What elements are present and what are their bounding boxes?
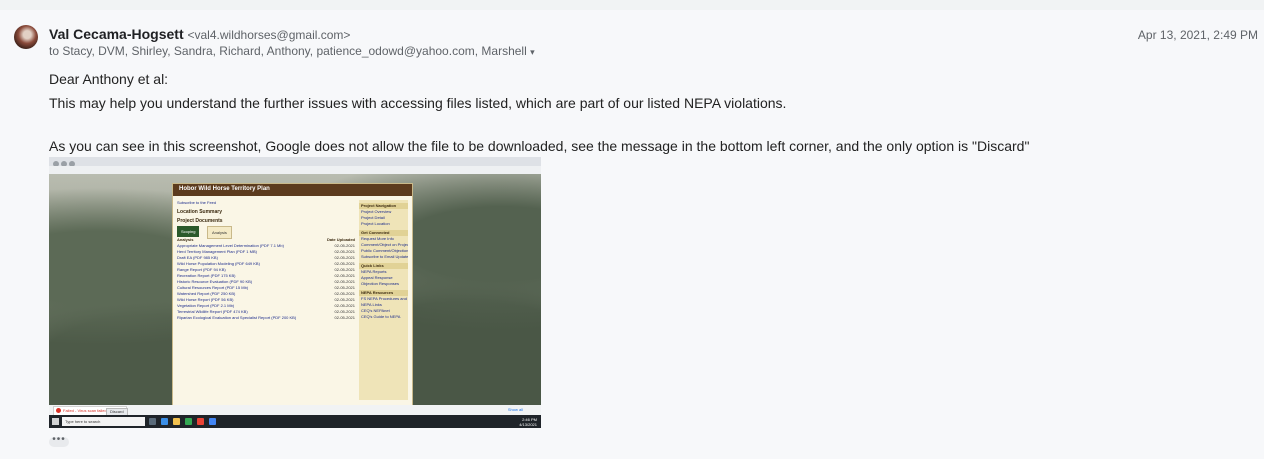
sender-name[interactable]: Val Cecama-Hogsett — [49, 26, 184, 42]
sidebar-link: CEQ's Guide to NEPA — [361, 314, 401, 319]
edge-icon — [161, 418, 168, 425]
doc-row-name: Cultural Resources Report (PDF 15 Mb) — [177, 285, 249, 290]
project-page-main: Subscribe to the Feed Location Summary P… — [177, 200, 355, 321]
doc-row-name: Historic Resource Evaluation (PDF 90 KB) — [177, 279, 253, 284]
project-page: Hobor Wild Horse Territory Plan Subscrib… — [172, 183, 413, 407]
doc-row-name: Vegetation Report (PDF 2.1 Mb) — [177, 303, 235, 308]
word-icon — [209, 418, 216, 425]
clock-date: 4/13/2021 — [519, 422, 537, 427]
chrome-icon — [185, 418, 192, 425]
header-strip — [0, 0, 1264, 10]
message-line-2: As you can see in this screenshot, Googl… — [49, 138, 1030, 154]
documents-tabs: Scoping Analysis — [177, 226, 355, 239]
error-icon — [56, 408, 61, 413]
recipients-text: to Stacy, DVM, Shirley, Sandra, Richard,… — [49, 44, 527, 58]
doc-row-name: Riparian Ecological Evaluation and Speci… — [177, 315, 297, 320]
project-page-title: Hobor Wild Horse Territory Plan — [179, 186, 270, 192]
location-heading: Location Summary — [177, 209, 223, 215]
sender-avatar[interactable] — [14, 25, 38, 49]
doc-row-name: Range Report (PDF 94 KB) — [177, 267, 226, 272]
recipients-line[interactable]: to Stacy, DVM, Shirley, Sandra, Richard,… — [49, 44, 535, 58]
windows-icon — [52, 418, 59, 425]
download-warning: Failed - Virus scan failed — [63, 408, 107, 413]
project-page-header: Hobor Wild Horse Territory Plan — [173, 184, 412, 196]
chevron-down-icon[interactable]: ▾ — [530, 47, 535, 57]
documents-heading: Project Documents — [177, 218, 223, 224]
download-bar: Failed - Virus scan failed Discard Show … — [49, 405, 541, 416]
taskbar-search: Type here to search — [62, 417, 145, 426]
doc-row-name: Wild Horse Report (PDF 56 KB) — [177, 297, 234, 302]
subscribe-link: Subscribe to the Feed — [177, 200, 217, 205]
doc-row-name: Herd Territory Management Plan (PDF 1 MB… — [177, 249, 257, 254]
embedded-screenshot[interactable]: Hobor Wild Horse Territory Plan Subscrib… — [49, 157, 541, 428]
doc-row: Riparian Ecological Evaluation and Speci… — [177, 315, 355, 321]
project-sidebar: Project Navigation Project Overview Projec… — [359, 200, 408, 400]
tab-scoping: Scoping — [177, 226, 200, 237]
tab-analysis: Analysis — [207, 226, 232, 239]
sender-email: <val4.wildhorses@gmail.com> — [187, 28, 351, 42]
doc-row-name: Terrestrial Wildlife Report (PDF 474 KB) — [177, 309, 248, 314]
sidebar-link: Project Location — [361, 221, 390, 226]
doc-row-date: 02-05-2021 — [334, 315, 355, 320]
sidebar-link: Objection Responses — [361, 281, 400, 286]
doc-row-name: Wild Horse Population Modeling (PDF 649 … — [177, 261, 260, 266]
bookmarks-bar — [49, 166, 541, 174]
docs-table: Appropriate Management Level Determinati… — [177, 243, 355, 321]
message-greeting: Dear Anthony et al: — [49, 71, 169, 87]
doc-row-name: Watershed Report (PDF 250 KB) — [177, 291, 236, 296]
windows-taskbar: Type here to search 2:46 PM 4/13/2021 — [49, 415, 541, 428]
doc-row-name: Draft EA (PDF 985 KB) — [177, 255, 218, 260]
sender-line: Val Cecama-Hogsett <val4.wildhorses@gmai… — [49, 26, 350, 42]
message-date: Apr 13, 2021, 2:49 PM — [1137, 28, 1258, 42]
app-icon — [197, 418, 204, 425]
doc-row-name: Recreation Report (PDF 175 KB) — [177, 273, 236, 278]
taskbar-clock: 2:46 PM 4/13/2021 — [519, 417, 537, 427]
show-trimmed-content-button[interactable]: ••• — [49, 435, 69, 447]
sidebar-link: Subscribe to Email Updates — [361, 254, 408, 259]
doc-row-name: Appropriate Management Level Determinati… — [177, 243, 284, 248]
show-all-link: Show all — [507, 407, 523, 412]
message-line-1: This may help you understand the further… — [49, 95, 787, 111]
task-view-icon — [149, 418, 156, 425]
folder-icon — [173, 418, 180, 425]
